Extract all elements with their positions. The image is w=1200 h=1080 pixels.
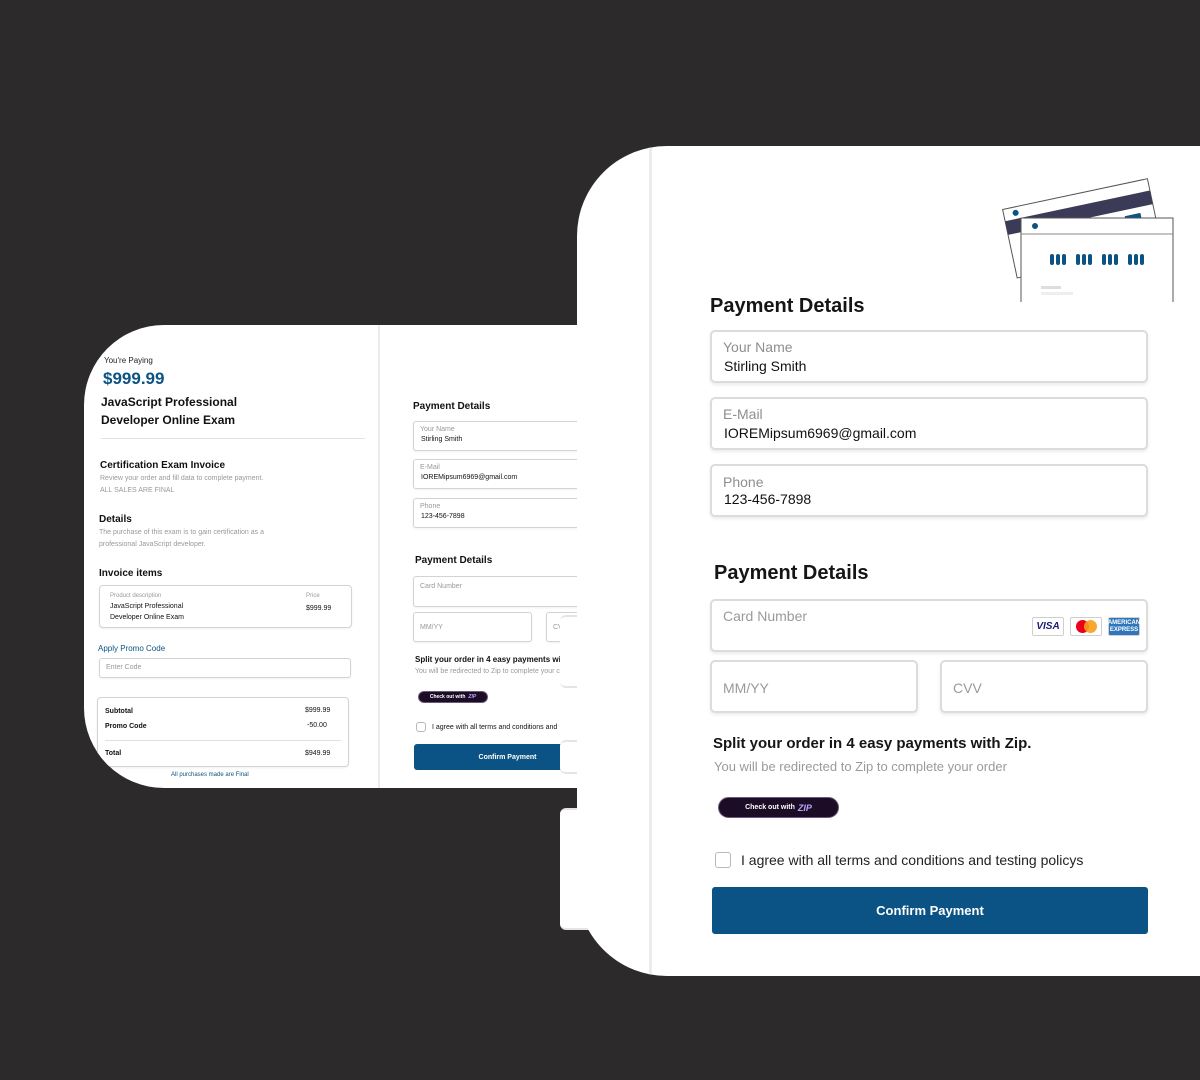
credit-card-illustration-icon	[1002, 178, 1174, 302]
terms-checkbox[interactable]	[416, 722, 426, 732]
name-label: Your Name	[723, 339, 793, 355]
contact-title: Payment Details	[413, 401, 491, 412]
final-note: All purchases made are Final	[171, 772, 249, 778]
email-value: IOREMipsum6969@gmail.com	[724, 425, 917, 441]
zip-logo: ZIP	[468, 694, 477, 700]
promo-value: -50.00	[307, 722, 327, 729]
promo-code-input[interactable]: Enter Code	[99, 658, 351, 678]
name-value: Stirling Smith	[724, 358, 807, 374]
invoice-note: ALL SALES ARE FINAL	[100, 487, 175, 494]
details-line1: The purchase of this exam is to gain cer…	[99, 529, 264, 536]
youre-paying-label: You're Paying	[104, 356, 153, 365]
name-value: Stirling Smith	[421, 436, 463, 443]
card-brand-logos: VISA AMERICAN EXPRESS	[1032, 617, 1140, 636]
terms-label: I agree with all terms and conditions an…	[741, 852, 1084, 868]
total-label: Total	[105, 750, 122, 757]
card-number-placeholder: Card Number	[723, 608, 808, 624]
phone-label: Phone	[420, 503, 441, 510]
total-value: $949.99	[305, 750, 331, 757]
zip-logo: ZIP	[797, 802, 812, 813]
invoice-items-table: Product description Price JavaScript Pro…	[99, 585, 352, 628]
zip-prefix: Check out with	[745, 804, 795, 811]
invoice-items-title: Invoice items	[99, 568, 163, 579]
divider	[101, 438, 365, 439]
zip-checkout-button[interactable]: Check out with ZIP	[718, 797, 839, 818]
order-summary: Subtotal $999.99 Promo Code -50.00 Total…	[97, 697, 349, 767]
amount: $999.99	[103, 369, 165, 388]
zip-prefix: Check out with	[429, 694, 466, 700]
card-number-input[interactable]: Card Number	[413, 576, 577, 607]
name-field[interactable]: Your Name Stirling Smith	[710, 330, 1148, 383]
subtotal-value: $999.99	[305, 707, 331, 714]
email-field[interactable]: E-Mail IOREMipsum6969@gmail.com	[413, 459, 577, 489]
email-label: E-Mail	[420, 464, 440, 471]
split-title: Split your order in 4 easy payments with	[415, 655, 569, 664]
phone-value: 123-456-7898	[724, 491, 812, 507]
card-number-input[interactable]: Card Number VISA AMERICAN EXPRESS	[710, 599, 1148, 652]
item-price: $999.99	[306, 605, 332, 612]
card-number-placeholder: Card Number	[420, 583, 463, 590]
split-subtitle: You will be redirected to Zip to complet…	[415, 668, 560, 675]
cvv-placeholder: CVV	[953, 680, 982, 696]
details-title: Details	[99, 514, 132, 525]
product-title-line2: Developer Online Exam	[101, 413, 236, 427]
mastercard-icon	[1070, 617, 1102, 636]
items-header-desc: Product description	[110, 593, 162, 599]
split-payment-title: Split your order in 4 easy payments with…	[713, 735, 1032, 752]
phone-field[interactable]: Phone 123-456-7898	[710, 464, 1148, 517]
column-divider	[649, 146, 652, 976]
split-payment-subtitle: You will be redirected to Zip to complet…	[714, 759, 1007, 774]
email-field[interactable]: E-Mail IOREMipsum6969@gmail.com	[710, 397, 1148, 450]
name-field[interactable]: Your Name Stirling Smith	[413, 421, 577, 451]
payment-details-panel: Payment Details Your Name Stirling Smith…	[577, 146, 1200, 976]
name-label: Your Name	[420, 426, 455, 433]
invoice-title: Certification Exam Invoice	[100, 460, 226, 471]
subtotal-label: Subtotal	[105, 708, 133, 715]
expiry-placeholder: MM/YY	[723, 680, 769, 696]
terms-row[interactable]: I agree with all terms and conditions an…	[416, 722, 557, 732]
column-divider	[378, 325, 380, 788]
item-desc-line1: JavaScript Professional	[110, 603, 184, 610]
email-value: IOREMipsum6969@gmail.com	[421, 474, 518, 481]
expiry-placeholder: MM/YY	[420, 624, 443, 631]
terms-row[interactable]: I agree with all terms and conditions an…	[715, 852, 1083, 868]
card-title: Payment Details	[415, 555, 493, 566]
apply-promo-link[interactable]: Apply Promo Code	[98, 644, 165, 653]
invoice-subtitle: Review your order and fill data to compl…	[100, 475, 264, 482]
invoice-preview-panel: You're Paying $999.99 JavaScript Profess…	[84, 325, 577, 788]
product-title-line1: JavaScript Professional	[101, 395, 238, 409]
expiry-input[interactable]: MM/YY	[413, 612, 532, 642]
promo-label: Promo Code	[105, 723, 147, 730]
confirm-payment-button[interactable]: Confirm Payment	[414, 744, 577, 770]
terms-label: I agree with all terms and conditions an…	[432, 723, 558, 731]
zip-checkout-button[interactable]: Check out with ZIP	[418, 691, 488, 703]
terms-checkbox[interactable]	[715, 852, 731, 868]
email-label: E-Mail	[723, 406, 763, 422]
expiry-input[interactable]: MM/YY	[710, 660, 918, 713]
divider	[105, 740, 341, 741]
amex-icon: AMERICAN EXPRESS	[1108, 617, 1140, 636]
details-line2: professional JavaScript developer.	[99, 541, 206, 548]
items-header-price: Price	[306, 593, 320, 599]
item-desc-line2: Developer Online Exam	[110, 614, 184, 621]
promo-placeholder: Enter Code	[106, 664, 142, 671]
cvv-input[interactable]: CVV	[940, 660, 1148, 713]
phone-value: 123-456-7898	[421, 513, 465, 520]
phone-label: Phone	[723, 474, 764, 490]
confirm-payment-button[interactable]: Confirm Payment	[712, 887, 1148, 934]
contact-details-title: Payment Details	[710, 295, 865, 317]
visa-icon: VISA	[1032, 617, 1064, 636]
phone-field[interactable]: Phone 123-456-7898	[413, 498, 577, 528]
card-details-title: Payment Details	[714, 562, 869, 584]
